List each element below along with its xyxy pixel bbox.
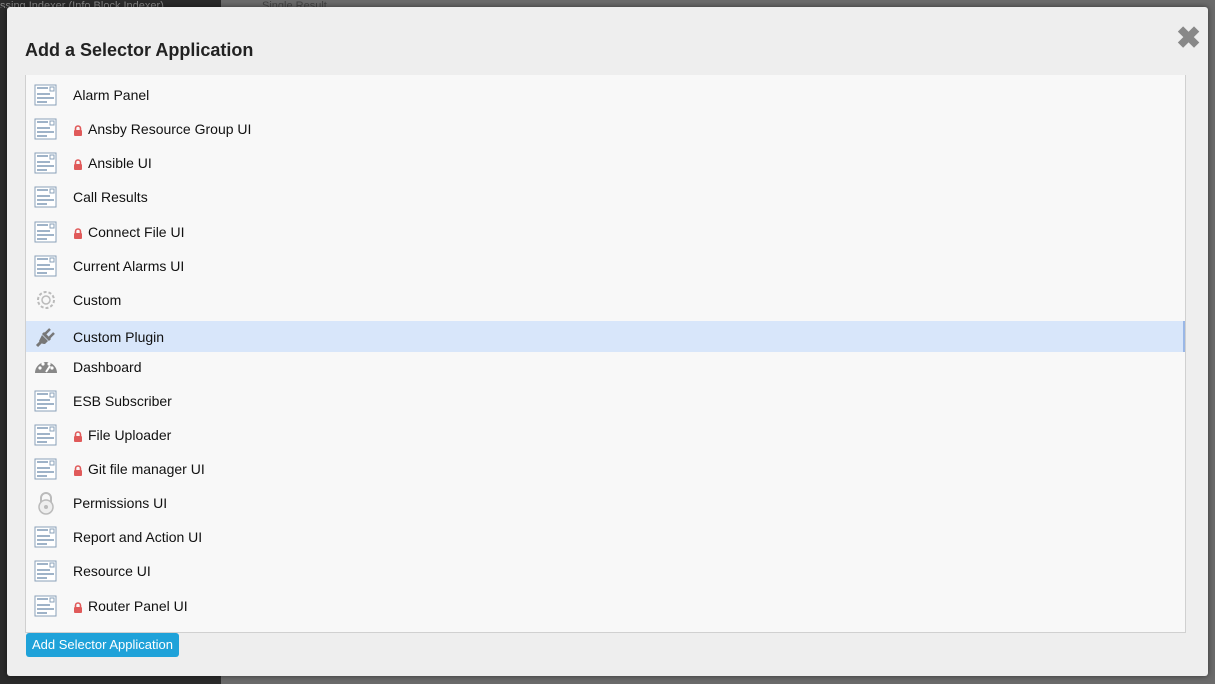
list-item-label: Call Results (73, 189, 148, 205)
form-icon (33, 422, 59, 448)
list-item[interactable]: Call Results (26, 181, 1183, 212)
list-item-label: Report and Action UI (73, 529, 202, 545)
lock-icon (73, 463, 83, 476)
list-item-label: Custom (73, 292, 121, 308)
list-item-text: Custom (73, 291, 122, 308)
form-icon (33, 219, 59, 245)
list-item-label: ESB Subscriber (73, 393, 172, 409)
list-item[interactable]: Git file manager UI (26, 453, 1183, 484)
form-icon (33, 593, 59, 619)
list-item-label: Ansible UI (73, 155, 152, 171)
form-icon (33, 116, 59, 142)
list-item[interactable]: Router Panel UI (26, 590, 1183, 621)
form-icon (33, 456, 59, 482)
list-item[interactable]: File Uploader (26, 419, 1183, 450)
form-icon (33, 388, 59, 414)
list-item-label: Ansby Resource Group UI (73, 121, 251, 137)
list-item-text: Custom Plugin (73, 328, 165, 345)
dialog-title: Add a Selector Application (25, 40, 254, 60)
list-item-text: ESB Subscriber (73, 392, 172, 409)
lock-icon (73, 429, 83, 442)
form-icon (33, 150, 59, 176)
lock-icon (73, 226, 83, 239)
list-item-text: Connect File UI (88, 223, 185, 240)
gear-icon (33, 287, 59, 313)
list-item-label: Connect File UI (73, 224, 184, 240)
list-item-label: Router Panel UI (73, 598, 188, 614)
list-item[interactable]: Connect File UI (26, 216, 1183, 247)
application-list[interactable]: Alarm Panel Ansby Resource Group UI Ansibl… (25, 75, 1186, 633)
list-item-text: Current Alarms UI (73, 257, 185, 274)
close-icon[interactable]: ✖ (1176, 24, 1201, 54)
list-item-text: Alarm Panel (73, 86, 150, 103)
add-selector-application-button[interactable]: Add Selector Application (26, 633, 179, 657)
lock-icon (73, 157, 83, 170)
list-item[interactable]: Alarm Panel (26, 79, 1183, 110)
padlock-icon (33, 490, 59, 516)
list-item[interactable]: Report and Action UI (26, 521, 1183, 552)
lock-icon (73, 600, 83, 613)
list-item-text: Dashboard (73, 358, 142, 375)
list-item-text: File Uploader (88, 426, 172, 443)
form-icon (33, 184, 59, 210)
list-item[interactable]: Custom Plugin (26, 321, 1185, 352)
list-item-label: Resource UI (73, 563, 151, 579)
list-item-text: Report and Action UI (73, 528, 203, 545)
dashboard-icon (33, 354, 59, 380)
lock-icon (73, 123, 83, 136)
list-item-label: Custom Plugin (73, 329, 164, 345)
form-icon (33, 558, 59, 584)
list-item-label: Git file manager UI (73, 461, 205, 477)
form-icon (33, 524, 59, 550)
list-item-label: Permissions UI (73, 495, 167, 511)
list-item[interactable]: Ansible UI (26, 147, 1183, 178)
list-item-text: Router Panel UI (88, 597, 188, 614)
list-item-text: Call Results (73, 188, 148, 205)
list-item-text: Resource UI (73, 562, 151, 579)
list-item-label: File Uploader (73, 427, 171, 443)
list-item-label: Dashboard (73, 359, 142, 375)
list-item-text: Ansby Resource Group UI (88, 120, 252, 137)
add-selector-dialog: Add a Selector Application ✖ Alarm Panel… (7, 7, 1208, 676)
list-item[interactable]: Custom (26, 284, 1183, 315)
list-item-text: Permissions UI (73, 494, 168, 511)
list-item[interactable]: ESB Subscriber (26, 385, 1183, 416)
list-item-label: Current Alarms UI (73, 258, 184, 274)
list-item[interactable]: Dashboard (26, 351, 1183, 382)
list-item[interactable]: Permissions UI (26, 487, 1183, 518)
list-item[interactable]: Current Alarms UI (26, 250, 1183, 281)
list-item[interactable]: Resource UI (26, 555, 1183, 586)
form-icon (33, 82, 59, 108)
list-item[interactable]: Ansby Resource Group UI (26, 113, 1183, 144)
list-item-text: Ansible UI (88, 154, 152, 171)
list-item-label: Alarm Panel (73, 87, 149, 103)
list-item-text: Git file manager UI (88, 460, 205, 477)
form-icon (33, 253, 59, 279)
plug-icon (33, 324, 59, 350)
